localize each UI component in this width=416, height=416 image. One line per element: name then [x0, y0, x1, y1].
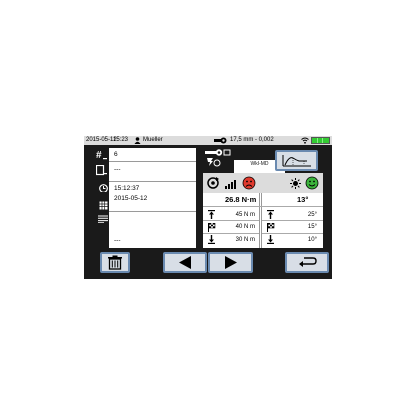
- rotation-icon: [207, 177, 219, 189]
- calendar-icon: [99, 201, 108, 210]
- angle-target-flag-icon: [267, 223, 275, 232]
- id-value: 6: [114, 151, 118, 158]
- angle-icon: [290, 178, 301, 189]
- arrow-right-icon: [225, 256, 237, 269]
- graph-button[interactable]: [275, 150, 318, 171]
- angle-target: 15°: [307, 224, 317, 230]
- status-user: Mueller: [143, 137, 163, 143]
- upper-limit-icon: [208, 210, 215, 219]
- serial-value: ---: [114, 166, 121, 173]
- status-time: 15:23: [113, 137, 129, 143]
- wrench-icon: [214, 137, 227, 144]
- angle-lower-limit: 10°: [307, 237, 317, 243]
- angle-upper-limit-icon: [267, 210, 274, 219]
- notes-icon: [98, 215, 108, 223]
- signal-icon: [225, 180, 236, 189]
- target-flag-icon: [208, 223, 216, 232]
- angle-lower-limit-icon: [267, 235, 274, 244]
- tool-wrench-icon: [205, 149, 231, 167]
- trash-icon: [108, 255, 122, 270]
- back-button[interactable]: [285, 252, 329, 273]
- ok-smiley-icon: [305, 176, 319, 190]
- status-tool-info: 17,5 mm - 0,002: [230, 137, 274, 143]
- notes-value: ---: [114, 237, 121, 244]
- torque-lower-limit: 30 N m: [235, 237, 255, 243]
- angle-value: 13°: [297, 195, 309, 204]
- result-panel: 26.8 N·m 13° 45 N m 40 N m 30 N m 25° 15…: [203, 173, 323, 248]
- return-arrow-icon: [299, 257, 317, 267]
- date-value: 2015-05-12: [114, 195, 148, 202]
- hash-icon: #: [96, 150, 107, 160]
- next-button[interactable]: [208, 252, 253, 273]
- svg-text:#: #: [96, 150, 102, 160]
- result-header: [203, 173, 323, 193]
- angle-upper-limit: 25°: [307, 212, 317, 218]
- row-id: # 6: [86, 148, 196, 162]
- user-icon: [134, 137, 141, 144]
- torque-curve-icon: [282, 155, 311, 167]
- wifi-icon: [301, 137, 309, 144]
- status-bar: 2015-05-12 15:23 Mueller 17,5 mm - 0,002: [84, 136, 332, 145]
- torque-upper-limit: 45 N m: [235, 212, 255, 218]
- nok-smiley-icon: [242, 176, 256, 190]
- device-screen: 2015-05-12 15:23 Mueller 17,5 mm - 0,002…: [84, 136, 332, 279]
- tool-panel: WkI-MD: [202, 148, 285, 179]
- time-value: 15:12:37: [114, 185, 140, 192]
- document-icon: [96, 165, 107, 176]
- info-panel: # 6 --- 15:12:37 2015-05-12 ---: [86, 148, 196, 248]
- row-notes: ---: [86, 211, 196, 248]
- previous-button[interactable]: [163, 252, 207, 273]
- lower-limit-icon: [208, 235, 215, 244]
- torque-target: 40 N m: [235, 224, 255, 230]
- battery-icon: [311, 137, 330, 144]
- arrow-left-icon: [179, 256, 191, 269]
- torque-value: 26.8 N·m: [225, 195, 257, 204]
- row-serial: ---: [86, 161, 196, 182]
- delete-button[interactable]: [100, 252, 130, 273]
